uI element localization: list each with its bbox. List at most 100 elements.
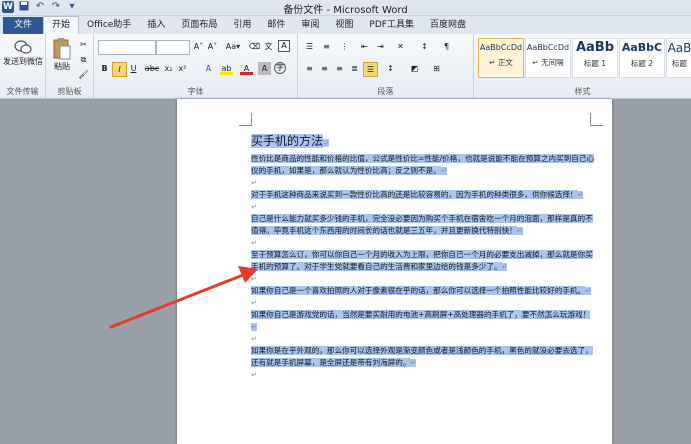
tab-office-assistant[interactable]: Office助手 [79,17,139,34]
grow-font-button[interactable]: A˄ [192,40,205,53]
empty-paragraph: ↵ [251,203,257,211]
numbering-icon[interactable]: ≡ [320,40,333,53]
group-label-paragraph: 段落 [377,87,394,96]
superscript-button[interactable]: x² [176,62,189,75]
chinese-layout-icon[interactable]: ✕ [394,40,407,53]
paragraph-3: 自己是什么能力就买多少钱的手机，完全没必要因为购买个手机在宿舍吃一个月的泡面，那… [251,214,593,235]
empty-paragraph: ↵ [251,335,257,343]
empty-paragraph: ↵ [251,299,257,307]
send-to-wechat-label: 发送到微信 [3,57,43,66]
format-painter-icon[interactable]: 🖌 [77,68,90,81]
shading-icon[interactable]: ◩ [408,62,421,75]
paragraph-2: 对于手机这种商品来说买到一款性价比高的还是比较容易的，因为手机的种类很多，供你候… [251,190,584,199]
group-file-transfer: 发送到微信 文件传输 [0,34,46,98]
style-normal[interactable]: AaBbCcDd ↵ 正文 [478,38,524,78]
paragraph-5: 如果你自己是一个喜欢拍照的人对于像素很在乎的话，那么你可以选择一个拍照性能比较好… [251,286,591,295]
align-left-icon[interactable]: ≡ [303,62,316,75]
style-label: 标题 [672,59,687,68]
empty-paragraph: ↵ [251,239,257,247]
font-color-icon[interactable]: A [240,62,253,75]
style-label: ↵ 无间隔 [532,58,564,67]
title-bar: W ↶ ↷ ▾ 备份文件 - Microsoft Word [0,0,691,16]
style-preview: AaB [667,41,691,55]
tab-page-layout[interactable]: 页面布局 [173,17,225,34]
shrink-font-button[interactable]: A˅ [206,40,219,53]
align-right-icon[interactable]: ≡ [333,62,346,75]
document-body[interactable]: 买手机的方法↵ 性价比是商品的性能和价格的比值，公式是性价比=性能/价格，也就是… [251,133,596,381]
empty-paragraph: ↵ [251,371,257,379]
align-center-icon[interactable]: ≡ [318,62,331,75]
phonetic-guide-icon[interactable]: 文 [262,40,275,53]
style-title[interactable]: AaB 标题 [666,38,691,78]
margin-corner-top-right [590,113,603,126]
tab-home[interactable]: 开始 [43,16,80,34]
tab-view[interactable]: 视图 [327,17,361,34]
ribbon: 发送到微信 文件传输 粘贴 ✂ ⧉ 🖌 剪贴板 A˄ A˅ Aa▾ ⌫ 文 A … [0,34,691,99]
line-spacing-icon[interactable]: ↕ [384,62,397,75]
character-shading-icon[interactable]: A [258,62,271,75]
borders-icon[interactable]: ⊞ [430,62,443,75]
group-clipboard: 粘贴 ✂ ⧉ 🖌 剪贴板 [46,34,94,98]
style-label: 标题 1 [583,59,607,68]
distributed-icon[interactable]: ☰ [363,62,378,77]
tab-pdf-tools[interactable]: PDF工具集 [361,17,422,34]
copy-icon[interactable]: ⧉ [77,53,90,66]
paragraph-6: 如果你自己是游戏党的话，当然是要买耐用的电池+高刷屏+高处理器的手机了，要不然怎… [251,310,591,331]
highlight-color-icon[interactable]: ab [220,62,233,75]
tab-references[interactable]: 引用 [225,17,259,34]
justify-icon[interactable]: ≣ [348,62,361,75]
send-to-wechat-button[interactable]: 发送到微信 [2,38,44,67]
tab-file[interactable]: 文件 [3,17,44,34]
italic-button[interactable]: I [112,62,127,77]
show-marks-icon[interactable]: ¶ [440,40,453,53]
font-name-combo[interactable] [98,40,156,55]
group-label-file-transfer: 文件传输 [6,87,39,96]
bold-button[interactable]: B [98,62,111,75]
underline-button[interactable]: U [127,62,140,75]
tab-review[interactable]: 审阅 [293,17,327,34]
style-label: ↵ 正文 [489,58,513,67]
document-page[interactable]: 买手机的方法↵ 性价比是商品的性能和价格的比值，公式是性价比=性能/价格，也就是… [177,99,612,444]
style-heading-1[interactable]: AaBb 标题 1 [572,38,618,78]
style-no-spacing[interactable]: AaBbCcDd ↵ 无间隔 [525,38,571,78]
tab-mailings[interactable]: 邮件 [259,17,293,34]
margin-corner-top-left [239,113,252,126]
empty-paragraph: ↵ [251,275,257,283]
document-area: 买手机的方法↵ 性价比是商品的性能和价格的比值，公式是性价比=性能/价格，也就是… [0,99,691,444]
style-preview: AaBbCcDd [526,43,570,52]
increase-indent-icon[interactable]: ⇥ [374,40,387,53]
window-title: 备份文件 - Microsoft Word [283,5,408,16]
group-paragraph: ☰ ≡ ⋮ ⇤ ⇥ ✕ ↕ ¶ ≡ ≡ ≡ ≣ ☰ ↕ ◩ ⊞ 段落 [298,34,474,98]
character-border-icon[interactable]: A [278,40,290,52]
ribbon-tabs: 文件 开始 Office助手 插入 页面布局 引用 邮件 审阅 视图 PDF工具… [0,16,691,34]
style-heading-2[interactable]: AaBbC 标题 2 [619,38,665,78]
group-label-styles: 样式 [574,87,591,96]
paste-icon [52,37,72,61]
multilevel-list-icon[interactable]: ⋮ [338,40,351,53]
style-preview: AaBb [575,40,615,55]
sort-icon[interactable]: ↕ [418,40,431,53]
paste-button[interactable]: 粘贴 [49,37,75,72]
paste-label: 粘贴 [54,62,70,71]
font-size-combo[interactable] [156,40,190,55]
style-preview: AaBbC [621,41,663,54]
group-font: A˄ A˅ Aa▾ ⌫ 文 A B I U abc x₂ x² A ab A A… [94,34,298,98]
wechat-icon [14,38,32,56]
change-case-button[interactable]: Aa▾ [224,40,242,53]
clear-format-icon[interactable]: ⌫ [248,40,261,53]
tab-baidu-netdisk[interactable]: 百度网盘 [422,17,474,34]
text-effects-icon[interactable]: A [202,62,215,75]
group-label-clipboard: 剪贴板 [57,87,82,96]
tab-insert[interactable]: 插入 [139,17,173,34]
bullets-icon[interactable]: ☰ [303,40,316,53]
paragraph-7: 如果你是在乎外观的，那么你可以选择外观是渐变颜色或者是浅颜色的手机，黑色的就没必… [251,346,593,367]
subscript-button[interactable]: x₂ [162,62,175,75]
style-preview: AaBbCcDd [479,43,523,52]
decrease-indent-icon[interactable]: ⇤ [358,40,371,53]
strikethrough-button[interactable]: abc [144,62,160,75]
enclose-characters-icon[interactable]: 字 [274,62,286,74]
group-styles: AaBbCcDd ↵ 正文 AaBbCcDd ↵ 无间隔 AaBb 标题 1 A… [474,34,691,98]
document-title: 买手机的方法↵ [251,134,329,148]
group-label-font: 字体 [187,87,204,96]
cut-icon[interactable]: ✂ [77,38,90,51]
